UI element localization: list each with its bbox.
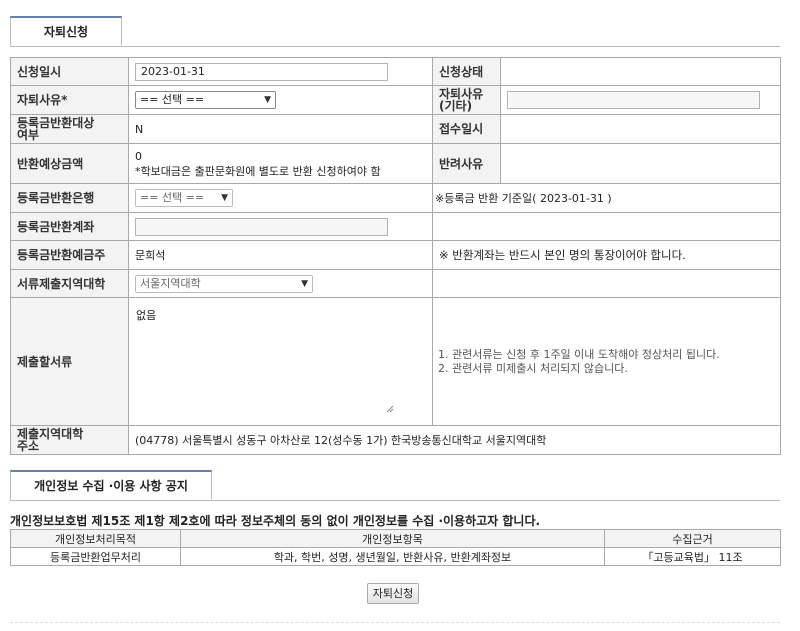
table-header-row: 개인정보처리목적 개인정보항목 수집근거: [10, 529, 781, 548]
refund-base-date-note: ※등록금 반환 기준일( 2023-01-31 ): [432, 183, 781, 213]
region-college-select[interactable]: 서울지역대학 ▼: [135, 274, 313, 293]
documents-textarea[interactable]: 없음: [135, 306, 397, 416]
table-row: 등록금반환업무처리 학과, 학번, 성명, 생년월일, 반환사유, 반환계좌정보…: [10, 547, 781, 566]
submit-withdrawal-button[interactable]: 자퇴신청: [367, 583, 419, 604]
header-items: 개인정보항목: [180, 529, 605, 548]
header-purpose: 개인정보처리목적: [10, 529, 181, 548]
reject-reason-label: 반려사유: [432, 143, 501, 184]
tab-privacy-notice[interactable]: 개인정보 수집 ·이용 사항 공지: [10, 470, 212, 500]
account-holder-value: 문희석: [128, 240, 433, 270]
refund-account-field[interactable]: [135, 217, 388, 236]
chevron-down-icon: ▼: [221, 193, 228, 203]
documents-label: 제출할서류: [10, 297, 129, 426]
received-at-value: [500, 114, 781, 144]
refund-amount-value: 0: [135, 149, 142, 163]
refund-amount-label: 반환예상금액: [10, 143, 129, 184]
reason-label: 자퇴사유*: [10, 85, 129, 115]
tab-withdrawal-application[interactable]: 자퇴신청: [10, 16, 122, 46]
application-form: 신청일시 2023-01-31 신청상태 자퇴사유* == 선택 == ▼ 자퇴사…: [10, 57, 781, 455]
reason-select[interactable]: == 선택 == ▼: [135, 91, 276, 109]
privacy-table: 개인정보처리목적 개인정보항목 수집근거 등록금반환업무처리 학과, 학번, 성…: [10, 529, 781, 566]
header-basis: 수집근거: [604, 529, 781, 548]
cell-items: 학과, 학번, 성명, 생년월일, 반환사유, 반환계좌정보: [180, 547, 605, 566]
apply-date-label: 신청일시: [10, 57, 129, 86]
chevron-down-icon: ▼: [264, 95, 271, 105]
refund-bank-select[interactable]: == 선택 == ▼: [135, 189, 233, 207]
reason-other-label: 자퇴사유 (기타): [432, 85, 501, 115]
cell-purpose: 등록금반환업무처리: [10, 547, 181, 566]
privacy-notice: 개인정보보호법 제15조 제1항 제2호에 따라 정보주체의 동의 없이 개인정…: [10, 514, 541, 528]
apply-status-value: [500, 57, 781, 86]
apply-status-label: 신청상태: [432, 57, 501, 86]
refund-amount-note: *학보대금은 출판문화원에 별도로 반환 신청하여야 함: [135, 164, 381, 178]
reject-reason-value: [500, 143, 781, 184]
received-at-label: 접수일시: [432, 114, 501, 144]
refund-target-label: 등록금반환대상 여부: [10, 114, 129, 144]
resize-grip-icon[interactable]: [386, 405, 394, 413]
tab-bar: 자퇴신청: [10, 16, 780, 47]
account-holder-label: 등록금반환예금주: [10, 240, 129, 270]
documents-note-2: 2. 관련서류 미제출시 처리되지 않습니다.: [438, 361, 628, 375]
refund-bank-label: 등록금반환은행: [10, 183, 129, 213]
cell-basis: 「고등교육법」 11조: [604, 547, 781, 566]
address-label: 제출지역대학 주소: [10, 425, 129, 455]
divider: [10, 622, 780, 623]
reason-other-field[interactable]: [507, 91, 760, 109]
address-value: (04778) 서울특별시 성동구 아차산로 12(성수동 1가) 한국방송통신…: [128, 425, 781, 455]
account-holder-note: ※ 반환계좌는 반드시 본인 명의 통장이어야 합니다.: [432, 240, 781, 270]
refund-target-value: N: [128, 114, 433, 144]
documents-note-1: 1. 관련서류는 신청 후 1주일 이내 도착해야 정상처리 됩니다.: [438, 347, 720, 361]
apply-date-field[interactable]: 2023-01-31: [135, 62, 388, 81]
refund-account-label: 등록금반환계좌: [10, 212, 129, 241]
privacy-tab-bar: 개인정보 수집 ·이용 사항 공지: [10, 470, 780, 501]
region-college-label: 서류제출지역대학: [10, 269, 129, 298]
chevron-down-icon: ▼: [301, 278, 308, 289]
